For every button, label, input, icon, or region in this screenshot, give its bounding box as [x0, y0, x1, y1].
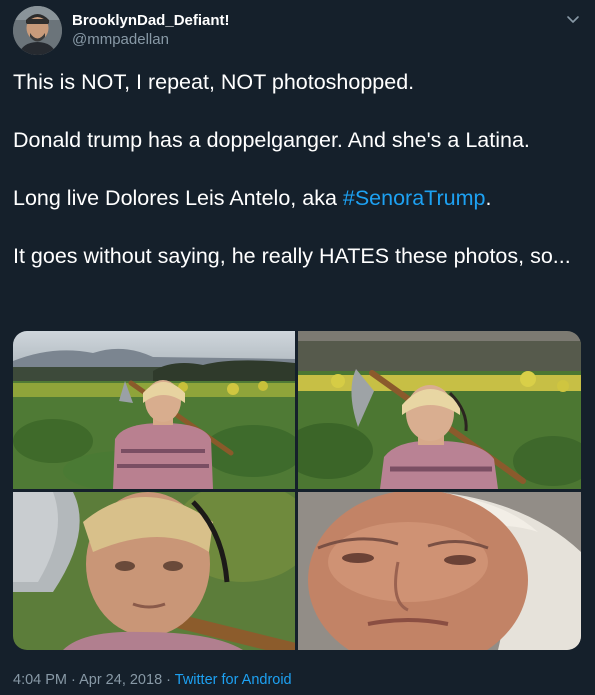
tweet-line-text: Long live Dolores Leis Antelo, aka — [13, 186, 343, 210]
profile-avatar[interactable] — [13, 6, 62, 55]
photo-woman-field-close[interactable] — [298, 331, 581, 489]
hashtag-link[interactable]: #SenoraTrump — [343, 186, 486, 210]
author-handle[interactable]: @mmpadellan — [72, 31, 169, 48]
photo-woman-field-wide[interactable] — [13, 331, 295, 489]
tweet-line: Long live Dolores Leis Antelo, aka #Seno… — [13, 184, 583, 213]
meta-separator: · — [67, 672, 80, 688]
tweet-time[interactable]: 4:04 PM — [13, 672, 67, 688]
meta-separator: · — [162, 672, 175, 688]
tweet: BrooklynDad_Defiant! @mmpadellan This is… — [0, 0, 595, 695]
photo-man-face-closeup[interactable] — [298, 492, 581, 650]
photo-woman-face-closeup[interactable] — [13, 492, 295, 650]
tweet-date[interactable]: Apr 24, 2018 — [79, 672, 162, 688]
tweet-line: It goes without saying, he really HATES … — [13, 244, 571, 268]
tweet-source-link[interactable]: Twitter for Android — [175, 672, 292, 688]
tweet-line: Donald trump has a doppelganger. And she… — [13, 128, 530, 152]
tweet-line-punct: . — [485, 186, 492, 210]
tweet-line: This is NOT, I repeat, NOT photoshopped. — [13, 70, 415, 94]
tweet-meta: 4:04 PM · Apr 24, 2018 · Twitter for And… — [13, 672, 292, 688]
author-display-name[interactable]: BrooklynDad_Defiant! — [72, 12, 230, 29]
tweet-text: This is NOT, I repeat, NOT photoshopped.… — [13, 68, 583, 271]
media-grid — [13, 331, 581, 650]
chevron-down-icon[interactable] — [565, 11, 581, 27]
